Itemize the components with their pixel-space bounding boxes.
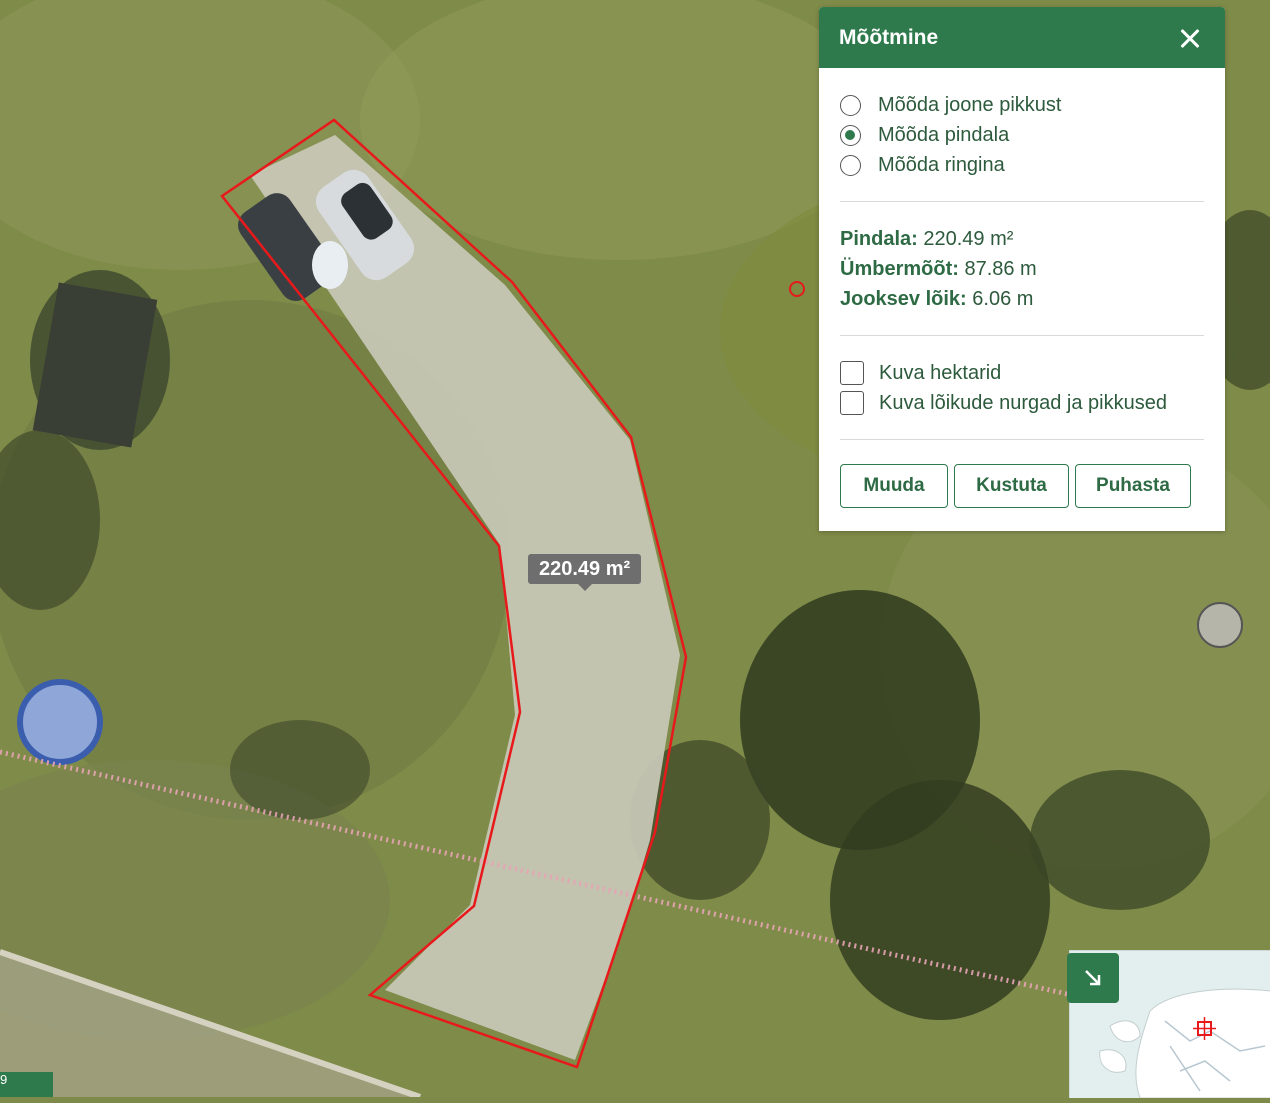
overview-toggle-button[interactable]	[1067, 953, 1119, 1003]
checkbox-hectares[interactable]	[840, 361, 864, 385]
divider	[840, 201, 1204, 202]
scale-tab: 9	[0, 1072, 53, 1097]
panel-title: Mõõtmine	[839, 25, 939, 49]
delete-button[interactable]: Kustuta	[954, 464, 1069, 508]
mode-area[interactable]: Mõõda pindala	[840, 120, 1204, 150]
mode-label: Mõõda ringina	[878, 153, 1005, 176]
option-hectares[interactable]: Kuva hektarid	[840, 358, 1204, 388]
checkbox-angles-lengths[interactable]	[840, 391, 864, 415]
measure-panel: Mõõtmine Mõõda joone pikkust Mõõda pinda…	[819, 7, 1225, 531]
scale-tab-text: 9	[0, 1072, 8, 1087]
option-label: Kuva lõikude nurgad ja pikkused	[879, 391, 1167, 414]
close-icon[interactable]	[1175, 23, 1205, 53]
option-label: Kuva hektarid	[879, 361, 1002, 384]
clear-button[interactable]: Puhasta	[1075, 464, 1191, 508]
stat-segment-value: 6.06 m	[972, 288, 1034, 310]
radio-circle[interactable]	[840, 154, 861, 176]
arrow-down-right-icon	[1085, 970, 1101, 986]
stat-area-value: 220.49 m²	[923, 228, 1014, 250]
area-label: 220.49 m²	[528, 554, 642, 591]
action-buttons: Muuda Kustuta Puhasta	[840, 464, 1204, 508]
mode-label: Mõõda pindala	[878, 123, 1010, 146]
stat-area: Pindala: 220.49 m²	[840, 224, 1204, 254]
mode-circle[interactable]: Mõõda ringina	[840, 150, 1204, 180]
radio-area[interactable]	[840, 124, 861, 146]
mode-line-length[interactable]: Mõõda joone pikkust	[840, 90, 1204, 120]
stat-segment: Jooksev lõik: 6.06 m	[840, 284, 1204, 314]
stat-perimeter-key: Ümbermõõt:	[840, 258, 959, 280]
stat-segment-key: Jooksev lõik:	[840, 288, 967, 310]
stat-perimeter: Ümbermõõt: 87.86 m	[840, 254, 1204, 284]
panel-header: Mõõtmine	[819, 7, 1225, 68]
option-angles-lengths[interactable]: Kuva lõikude nurgad ja pikkused	[840, 388, 1204, 418]
mode-label: Mõõda joone pikkust	[878, 93, 1062, 116]
stat-area-key: Pindala:	[840, 228, 918, 250]
divider	[840, 335, 1204, 336]
radio-line-length[interactable]	[840, 94, 861, 116]
edit-button[interactable]: Muuda	[840, 464, 948, 508]
stat-perimeter-value: 87.86 m	[964, 258, 1037, 280]
divider	[840, 439, 1204, 440]
